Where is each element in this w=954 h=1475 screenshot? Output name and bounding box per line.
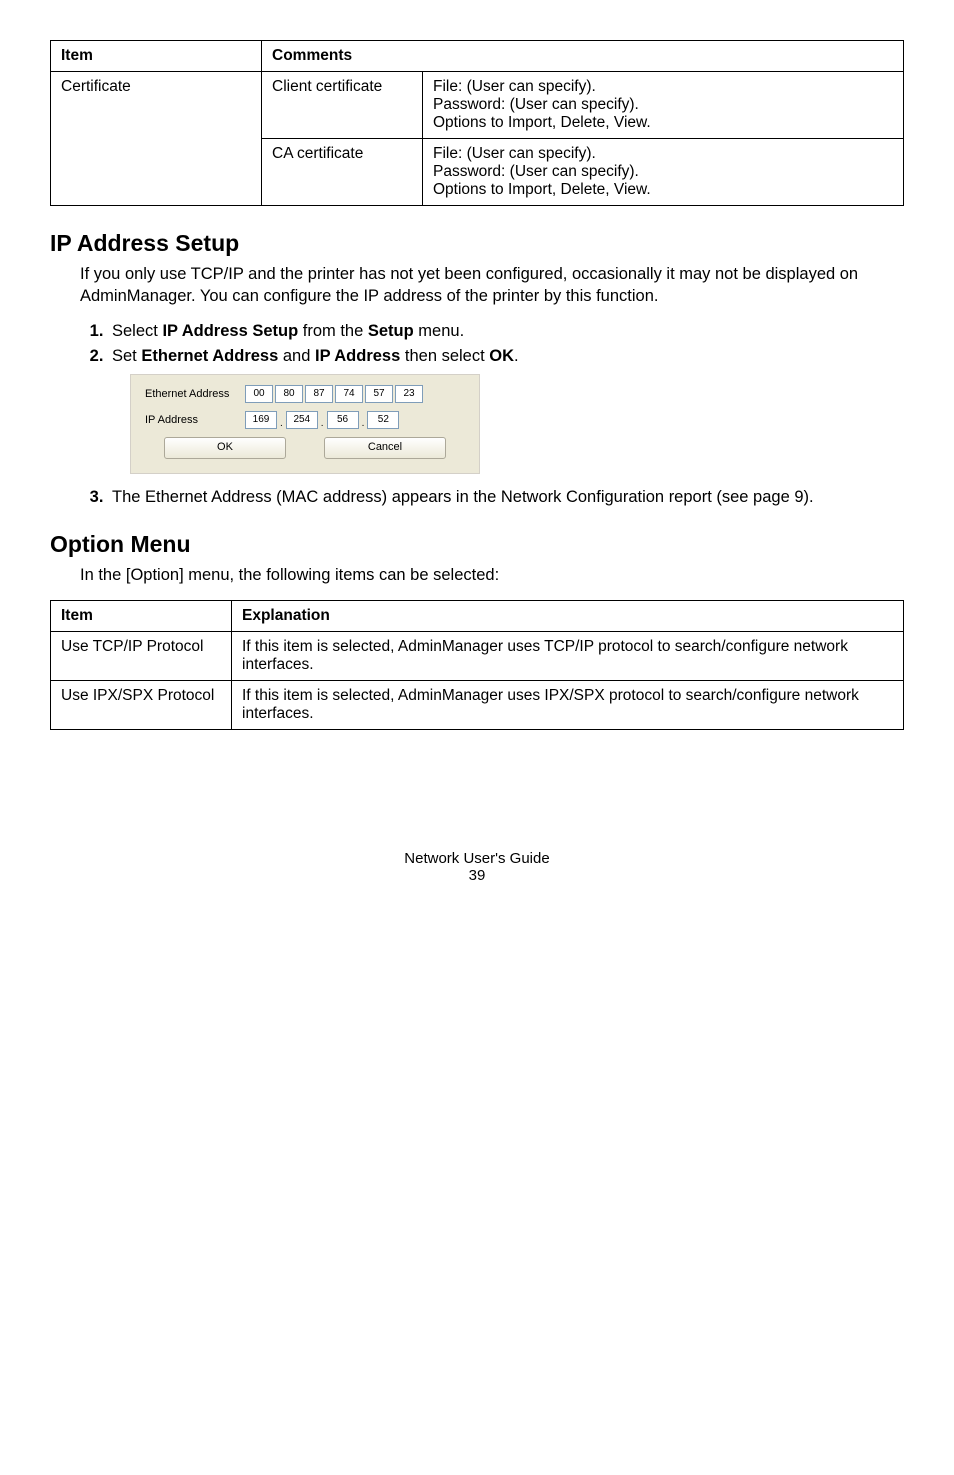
option-menu-body: In the [Option] menu, the following item… — [80, 564, 904, 586]
ip-setup-heading: IP Address Setup — [50, 230, 904, 257]
ip-setup-dialog: Ethernet Address 00 80 87 74 57 23 IP Ad… — [130, 374, 480, 474]
ip-0[interactable]: 169 — [245, 411, 277, 429]
t1-h1: Item — [51, 41, 262, 72]
ip-3[interactable]: 52 — [367, 411, 399, 429]
t1-client-label: Client certificate — [262, 72, 423, 139]
eth-1[interactable]: 80 — [275, 385, 303, 403]
ip-label: IP Address — [145, 414, 245, 426]
t2-r1-exp: If this item is selected, AdminManager u… — [232, 680, 904, 729]
t1-ca-text: File: (User can specify). Password: (Use… — [423, 139, 904, 206]
eth-0[interactable]: 00 — [245, 385, 273, 403]
option-table: Item Explanation Use TCP/IP Protocol If … — [50, 600, 904, 730]
cancel-button[interactable]: Cancel — [324, 437, 446, 459]
t1-client-text: File: (User can specify). Password: (Use… — [423, 72, 904, 139]
t2-r0-exp: If this item is selected, AdminManager u… — [232, 631, 904, 680]
eth-inputs[interactable]: 00 80 87 74 57 23 — [245, 385, 423, 403]
ip-inputs[interactable]: 169. 254. 56. 52 — [245, 411, 399, 429]
ip-setup-body: If you only use TCP/IP and the printer h… — [80, 263, 904, 308]
footer-page: 39 — [50, 867, 904, 884]
t1-item: Certificate — [51, 72, 262, 206]
t2-r0-item: Use TCP/IP Protocol — [51, 631, 232, 680]
step-2: Set Ethernet Address and IP Address then… — [108, 347, 904, 366]
eth-2[interactable]: 87 — [305, 385, 333, 403]
ip-1[interactable]: 254 — [286, 411, 318, 429]
certificate-table: Item Comments Certificate Client certifi… — [50, 40, 904, 206]
eth-4[interactable]: 57 — [365, 385, 393, 403]
eth-5[interactable]: 23 — [395, 385, 423, 403]
t2-h2: Explanation — [232, 600, 904, 631]
step-3: The Ethernet Address (MAC address) appea… — [108, 488, 904, 507]
t2-r1-item: Use IPX/SPX Protocol — [51, 680, 232, 729]
page-footer: Network User's Guide 39 — [50, 850, 904, 884]
eth-3[interactable]: 74 — [335, 385, 363, 403]
ok-button[interactable]: OK — [164, 437, 286, 459]
t1-ca-label: CA certificate — [262, 139, 423, 206]
t1-h2: Comments — [262, 41, 904, 72]
ip-2[interactable]: 56 — [327, 411, 359, 429]
steps-list: Select IP Address Setup from the Setup m… — [80, 322, 904, 366]
t2-h1: Item — [51, 600, 232, 631]
option-menu-heading: Option Menu — [50, 531, 904, 558]
steps-list-2: The Ethernet Address (MAC address) appea… — [80, 488, 904, 507]
eth-label: Ethernet Address — [145, 388, 245, 400]
footer-title: Network User's Guide — [50, 850, 904, 867]
step-1: Select IP Address Setup from the Setup m… — [108, 322, 904, 341]
